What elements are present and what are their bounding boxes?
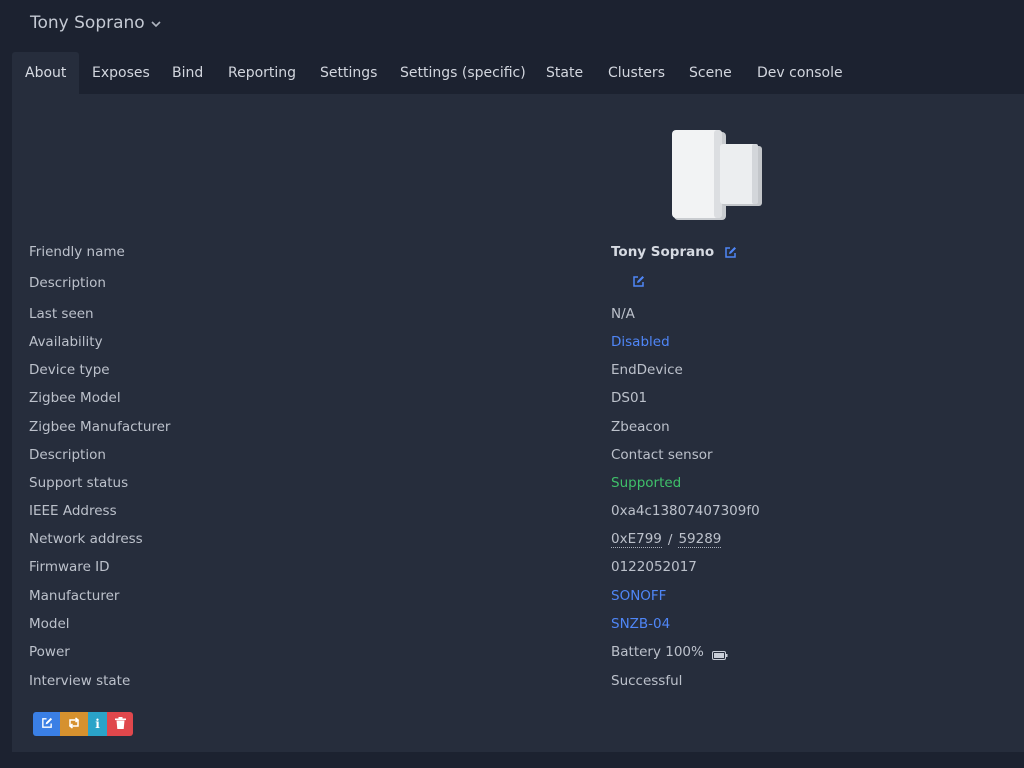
refresh-icon — [67, 716, 81, 732]
row-label: IEEE Address — [29, 503, 117, 519]
rename-button[interactable] — [33, 712, 60, 736]
row-interview-state: Interview state Successful — [12, 669, 1024, 695]
last-seen-value: N/A — [611, 306, 635, 322]
row-last-seen: Last seen N/A — [12, 302, 1024, 328]
device-actions: i — [33, 712, 133, 736]
network-address-dec: 59289 — [678, 531, 722, 548]
tab-settings-specific[interactable]: Settings (specific) — [400, 52, 526, 94]
tab-dev-console[interactable]: Dev console — [757, 52, 843, 94]
row-zigbee-model: Zigbee Model DS01 — [12, 386, 1024, 412]
tab-bar: About Exposes Bind Reporting Settings Se… — [12, 52, 1024, 94]
edit-icon[interactable] — [632, 275, 645, 288]
tab-bind[interactable]: Bind — [172, 52, 203, 94]
model-link[interactable]: SNZB-04 — [611, 616, 670, 632]
row-network-address: Network address 0xE799 / 59289 — [12, 527, 1024, 553]
row-description: Description Contact sensor — [12, 443, 1024, 469]
tab-state[interactable]: State — [546, 52, 583, 94]
edit-icon — [41, 717, 53, 732]
row-label: Power — [29, 644, 70, 660]
zigbee-manufacturer-value: Zbeacon — [611, 419, 670, 435]
device-selector[interactable]: Tony Soprano — [30, 13, 161, 33]
power-value: Battery 100% — [611, 644, 728, 660]
row-label: Friendly name — [29, 244, 125, 260]
device-image — [672, 128, 772, 224]
tab-clusters[interactable]: Clusters — [608, 52, 665, 94]
row-label: Interview state — [29, 673, 131, 689]
row-label: Manufacturer — [29, 588, 120, 604]
firmware-id-value: 0122052017 — [611, 559, 697, 575]
row-label: Zigbee Manufacturer — [29, 419, 171, 435]
row-friendly-name: Friendly name Tony Soprano — [12, 240, 1024, 266]
tab-reporting[interactable]: Reporting — [228, 52, 296, 94]
row-label: Firmware ID — [29, 559, 110, 575]
row-availability: Availability Disabled — [12, 330, 1024, 356]
row-label: Network address — [29, 531, 143, 547]
power-text: Battery 100% — [611, 644, 704, 660]
device-type-value: EndDevice — [611, 362, 683, 378]
row-label: Description — [29, 447, 106, 463]
header: Tony Soprano — [0, 0, 1024, 52]
interview-state-value: Successful — [611, 673, 683, 689]
row-label: Model — [29, 616, 70, 632]
friendly-name-text: Tony Soprano — [611, 244, 715, 260]
delete-button[interactable] — [107, 712, 133, 736]
row-manufacturer: Manufacturer SONOFF — [12, 584, 1024, 610]
row-description-editable: Description — [12, 271, 1024, 297]
row-zigbee-manufacturer: Zigbee Manufacturer Zbeacon — [12, 415, 1024, 441]
tab-scene[interactable]: Scene — [689, 52, 732, 94]
description-value: Contact sensor — [611, 447, 713, 463]
description-value — [622, 275, 645, 288]
row-label: Device type — [29, 362, 110, 378]
tab-about[interactable]: About — [12, 52, 80, 94]
row-label: Availability — [29, 334, 103, 350]
row-power: Power Battery 100% — [12, 640, 1024, 666]
edit-icon[interactable] — [724, 246, 737, 259]
chevron-down-icon — [151, 17, 161, 31]
friendly-name-value: Tony Soprano — [611, 244, 737, 260]
about-panel: Friendly name Tony Soprano Description L… — [12, 94, 1024, 752]
trash-icon — [114, 716, 126, 732]
ieee-address-value: 0xa4c13807407309f0 — [611, 503, 760, 519]
row-model: Model SNZB-04 — [12, 612, 1024, 638]
info-icon: i — [95, 717, 100, 731]
row-support-status: Support status Supported — [12, 471, 1024, 497]
row-label: Support status — [29, 475, 129, 491]
network-address-value: 0xE799 / 59289 — [611, 531, 722, 548]
row-label: Last seen — [29, 306, 94, 322]
row-firmware-id: Firmware ID 0122052017 — [12, 555, 1024, 581]
tab-exposes[interactable]: Exposes — [92, 52, 150, 94]
row-device-type: Device type EndDevice — [12, 358, 1024, 384]
reconfigure-button[interactable] — [60, 712, 88, 736]
device-name-title: Tony Soprano — [30, 13, 145, 33]
row-ieee-address: IEEE Address 0xa4c13807407309f0 — [12, 499, 1024, 525]
network-address-hex: 0xE799 — [611, 531, 662, 548]
network-address-separator: / — [667, 531, 673, 548]
manufacturer-link[interactable]: SONOFF — [611, 588, 666, 604]
battery-full-icon — [711, 648, 728, 660]
row-label: Description — [29, 275, 106, 291]
row-label: Zigbee Model — [29, 390, 121, 406]
support-status-link[interactable]: Supported — [611, 475, 681, 491]
tab-settings[interactable]: Settings — [320, 52, 377, 94]
info-button[interactable]: i — [88, 712, 107, 736]
availability-link[interactable]: Disabled — [611, 334, 670, 350]
zigbee-model-value: DS01 — [611, 390, 648, 406]
